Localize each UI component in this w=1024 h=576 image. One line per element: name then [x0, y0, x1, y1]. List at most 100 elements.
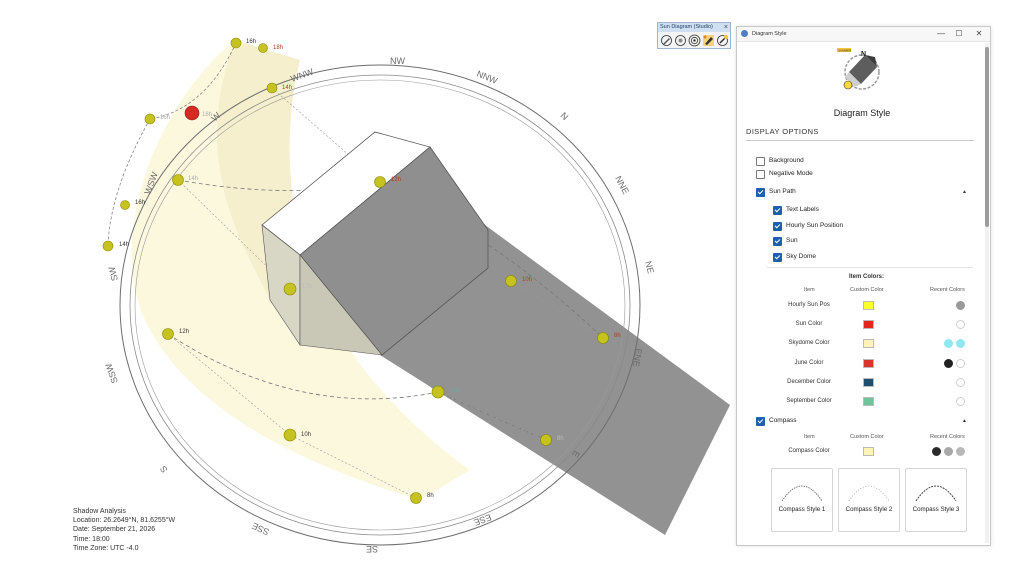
- recent-color-dot[interactable]: [944, 359, 953, 368]
- june-color-swatch[interactable]: [863, 359, 874, 368]
- color-row-label: Skydome Color: [788, 340, 830, 346]
- hour-label: 16h: [246, 39, 256, 45]
- negative-mode-checkbox[interactable]: [756, 170, 765, 179]
- sun-rotate-icon[interactable]: [674, 34, 687, 47]
- recent-color-dot[interactable]: [956, 378, 965, 387]
- hourly-sun-pos-swatch[interactable]: [863, 301, 874, 310]
- background-checkbox[interactable]: [756, 157, 765, 166]
- recent-color-dot[interactable]: [956, 397, 965, 406]
- compass-color-swatch[interactable]: [863, 447, 874, 456]
- september-color-swatch[interactable]: [863, 397, 874, 406]
- paint-brush-icon[interactable]: [702, 34, 715, 47]
- hour-label: 18h: [273, 45, 283, 51]
- compass-label: NE: [643, 260, 656, 275]
- recent-color-dot[interactable]: [956, 447, 965, 456]
- hour-label: 14h: [188, 176, 198, 182]
- text-labels-checkbox[interactable]: [773, 206, 782, 215]
- sub-divider: [767, 267, 973, 268]
- minimize-button[interactable]: —: [933, 27, 949, 41]
- col-header-recent: Recent Colors: [930, 434, 965, 440]
- sky-dome-label: Sky Dome: [786, 253, 816, 260]
- info-title: Shadow Analysis: [73, 508, 126, 515]
- sun-path-checkbox[interactable]: [756, 188, 765, 197]
- col-header-custom: Custom Color: [850, 287, 884, 293]
- hourly-sun[interactable]: [431, 385, 445, 399]
- hourly-sun-position-checkbox[interactable]: [773, 222, 782, 231]
- sun-label: Sun: [786, 237, 798, 244]
- hour-label: 14h: [282, 85, 292, 91]
- info-time: Time: 18:00: [73, 535, 110, 543]
- skydome-color-swatch[interactable]: [863, 339, 874, 348]
- info-timezone: Time Zone: UTC -4.0: [73, 544, 139, 552]
- scrollbar-thumb[interactable]: [985, 47, 989, 227]
- recent-color-dot[interactable]: [932, 447, 941, 456]
- maximize-button[interactable]: ☐: [951, 27, 967, 41]
- hourly-sun[interactable]: [410, 492, 422, 504]
- sun-path-collapse-caret[interactable]: ▲: [962, 189, 967, 195]
- hourly-sun-position-label: Hourly Sun Position: [786, 222, 844, 229]
- edit-pencil-icon[interactable]: [660, 34, 673, 47]
- col-header-recent: Recent Colors: [930, 287, 965, 293]
- recent-color-dot[interactable]: [944, 339, 953, 348]
- panel-scrollbar[interactable]: [985, 43, 989, 543]
- hourly-sun[interactable]: [283, 428, 297, 442]
- compass-checkbox[interactable]: [756, 417, 765, 426]
- negative-mode-label: Negative Mode: [769, 170, 813, 177]
- hour-label: 8h: [614, 333, 621, 339]
- hourly-sun[interactable]: [266, 82, 278, 94]
- hourly-sun[interactable]: [540, 434, 552, 446]
- toolbar-title: Sun Diagram (Studio): [658, 23, 730, 32]
- color-row-label: June Color: [794, 360, 824, 366]
- sun-checkbox[interactable]: [773, 237, 782, 246]
- hour-label: 10h: [301, 432, 311, 438]
- sun-diagram-scene[interactable]: NW NNW N NNE NE ENE E ESE SE SSE S SSW S…: [0, 0, 740, 576]
- section-display-options: DISPLAY OPTIONS: [746, 127, 819, 136]
- col-header-item: Item: [804, 434, 815, 440]
- panel-heading: Diagram Style: [833, 108, 891, 118]
- hour-label: 12h: [302, 284, 312, 290]
- hourly-sun[interactable]: [505, 275, 517, 287]
- recent-color-dot[interactable]: [956, 359, 965, 368]
- close-button[interactable]: ✕: [971, 27, 987, 41]
- sun-path-label: Sun Path: [769, 188, 796, 195]
- hourly-sun[interactable]: [172, 174, 184, 186]
- sun-diagram-viewport[interactable]: NW NNW N NNE NE ENE E ESE SE SSE S SSW S…: [0, 0, 740, 576]
- compass-style-3-card[interactable]: Compass Style 3: [905, 468, 967, 532]
- recent-color-dot[interactable]: [956, 339, 965, 348]
- compass-label: SW: [106, 265, 120, 282]
- sky-dome-checkbox[interactable]: [773, 253, 782, 262]
- december-color-swatch[interactable]: [863, 378, 874, 387]
- hourly-sun[interactable]: [162, 328, 174, 340]
- recent-color-dot[interactable]: [956, 301, 965, 310]
- compass-label: Compass: [769, 417, 797, 424]
- compass-label: SE: [366, 544, 378, 554]
- toolbar-close-button[interactable]: ×: [724, 23, 728, 32]
- compass-label: SSW: [103, 362, 120, 385]
- text-labels-label: Text Labels: [786, 206, 819, 213]
- panel-window-title: Diagram Style: [752, 31, 787, 37]
- sun-color-swatch[interactable]: [863, 320, 874, 329]
- recent-color-dot[interactable]: [956, 320, 965, 329]
- hourly-sun[interactable]: [258, 43, 268, 53]
- hourly-sun[interactable]: [597, 332, 609, 344]
- target-icon[interactable]: [688, 34, 701, 47]
- compass-style-1-card[interactable]: Compass Style 1: [771, 468, 833, 532]
- color-row-label: September Color: [786, 398, 832, 404]
- hourly-sun[interactable]: [102, 240, 114, 252]
- hourly-sun[interactable]: [144, 113, 156, 125]
- hourly-sun[interactable]: [374, 176, 386, 188]
- compass-label: N: [559, 110, 571, 122]
- section-divider: [746, 140, 974, 141]
- info-date: Date: September 21, 2026: [73, 526, 156, 534]
- recent-color-dot[interactable]: [944, 447, 953, 456]
- hourly-sun[interactable]: [230, 37, 242, 49]
- hourly-sun[interactable]: [120, 200, 130, 210]
- hourly-sun[interactable]: [283, 282, 297, 296]
- panel-titlebar: Diagram Style — ☐ ✕: [737, 27, 990, 42]
- compass-collapse-caret[interactable]: ▲: [962, 418, 967, 424]
- svg-text:N: N: [861, 51, 866, 58]
- compass-style-2-card[interactable]: Compass Style 2: [838, 468, 900, 532]
- sun-settings-icon[interactable]: [716, 34, 729, 47]
- current-sun[interactable]: [184, 105, 200, 121]
- hour-label: 18h: [202, 112, 212, 118]
